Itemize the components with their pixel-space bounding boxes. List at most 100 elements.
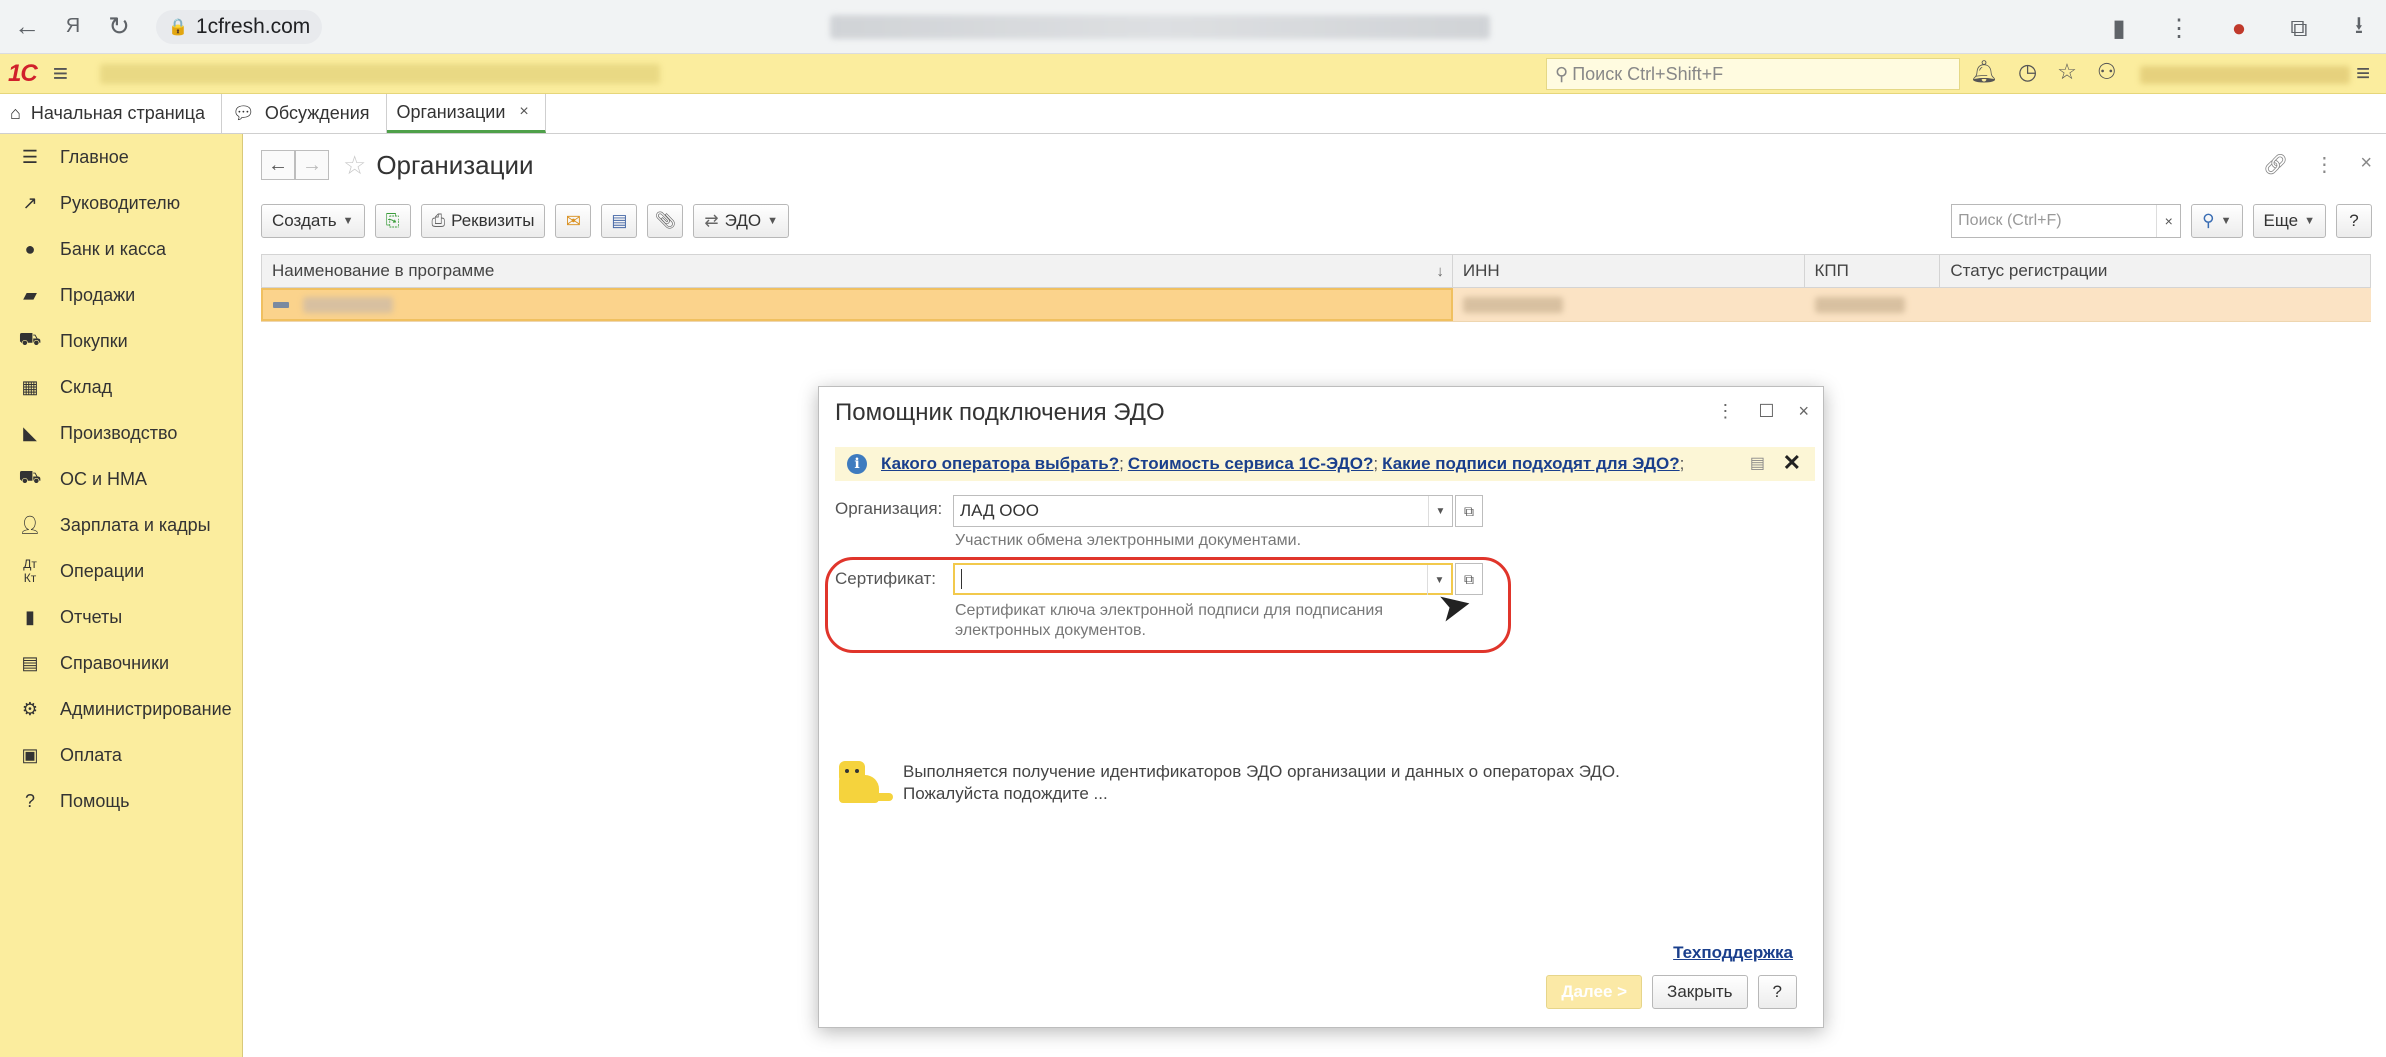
more-vert-icon[interactable]: ⋮ [1716,401,1734,422]
sort-down-icon: ↓ [1436,262,1444,280]
star-icon[interactable]: ☆ [2057,59,2077,85]
close-info-icon[interactable]: ✕ [1783,450,1801,476]
highlight-oval [825,557,1511,653]
tab-organizations[interactable]: Организации × [386,94,546,133]
document-icon[interactable]: ▤ [1750,453,1765,473]
sidebar-item-main[interactable]: ☰ Главное [0,134,242,180]
tab-discussions[interactable]: 💬︎ Обсуждения [222,94,387,133]
create-button[interactable]: Создать ▼ [261,204,365,238]
tab-strip: ⌂ Начальная страница 💬︎ Обсуждения Орган… [0,94,2386,134]
page-title-redacted [830,15,1490,39]
table-row[interactable] [261,288,2371,322]
back-button[interactable]: ← [261,150,295,180]
chevron-down-icon[interactable]: ▼ [1428,496,1452,526]
more-vert-icon[interactable]: ⋮ [2162,14,2196,43]
sidebar-item-references[interactable]: ▤ Справочники [0,640,242,686]
maximize-icon[interactable]: ☐ [1758,401,1774,422]
org-field[interactable]: ЛАД ООО ▼ [953,495,1453,527]
link-icon[interactable]: 🔗︎ [2263,152,2288,177]
cell-status [1941,288,2371,321]
favorite-star-icon[interactable]: ☆ [343,150,366,181]
sidebar-item-bank[interactable]: ● Банк и касса [0,226,242,272]
sidebar-item-help[interactable]: ? Помощь [0,778,242,824]
support-link[interactable]: Техподдержка [1673,943,1793,963]
sidebar-item-payment[interactable]: ▣ Оплата [0,732,242,778]
attach-button[interactable]: 📎︎ [647,204,684,238]
question-icon: ? [24,790,35,811]
extensions-puzzle-icon[interactable]: ⧉ [2282,15,2316,43]
column-kpp[interactable]: КПП [1805,255,1941,287]
sidebar-item-manager[interactable]: ↗ Руководителю [0,180,242,226]
sidebar-item-production[interactable]: ◣ Производство [0,410,242,456]
clear-icon[interactable]: × [2156,205,2180,237]
download-icon[interactable]: ⭳ [2342,8,2376,49]
info-bar: i Какого оператора выбрать?; Стоимость с… [835,447,1815,481]
cat-icon [835,761,893,805]
copy-icon: ⎘ [385,211,400,230]
org-open-button[interactable]: ⧉ [1455,495,1483,527]
sidebar-item-payroll[interactable]: 👤︎ Зарплата и кадры [0,502,242,548]
sidebar-item-operations[interactable]: Дт Кт Операции [0,548,242,594]
link-signatures[interactable]: Какие подписи подходят для ЭДО? [1382,454,1680,474]
search-icon: ⚲ [2202,211,2215,230]
edo-button[interactable]: ⇄ ЭДО ▼ [693,204,789,238]
more-button[interactable]: Еще ▼ [2252,204,2326,238]
yandex-icon[interactable]: Я [54,8,92,46]
dialog-title: Помощник подключения ЭДО [835,399,1165,426]
more-vert-icon[interactable]: ⋮ [2314,152,2334,177]
sidebar-item-purchases[interactable]: ⛟ Покупки [0,318,242,364]
org-hint: Участник обмена электронными документами… [955,532,1302,549]
requisites-button[interactable]: ⎙ Реквизиты [420,204,546,238]
tab-home[interactable]: ⌂ Начальная страница [0,94,223,133]
cell-name [261,288,1453,321]
settings-menu-icon[interactable]: ≡ [2356,60,2370,88]
list-search-input[interactable]: Поиск (Ctrl+F) × [1951,204,2182,238]
app-header: 1С ≡ ⚲ Поиск Ctrl+Shift+F 🔔︎ ◷ ☆ ⚇ ≡ [0,54,2386,94]
history-icon[interactable]: ◷ [2018,59,2037,85]
sidebar-item-sales[interactable]: ▰ Продажи [0,272,242,318]
cell-inn [1453,288,1805,321]
org-label: Организация: [835,499,943,518]
link-which-operator[interactable]: Какого оператора выбрать? [881,454,1119,474]
column-inn[interactable]: ИНН [1453,255,1805,287]
next-button[interactable]: Далее > [1546,975,1643,1009]
back-arrow-icon[interactable]: ← [8,8,46,46]
user-name-redacted [2140,66,2350,84]
warehouse-icon: ▦ [21,376,39,397]
extension-icon[interactable]: ● [2222,15,2256,43]
lock-icon: 🔒 [168,18,188,36]
address-bar[interactable]: 🔒 1cfresh.com [156,9,323,44]
users-icon[interactable]: ⚇ [2097,59,2117,85]
sidebar-item-warehouse[interactable]: ▦ Склад [0,364,242,410]
list-icon: ☰ [21,146,39,167]
paperclip-icon: 📎︎ [654,211,677,230]
sidebar: ☰ Главное ↗ Руководителю ● Банк и касса ▰ Пр… [0,134,243,1057]
bell-icon[interactable]: 🔔︎ [1970,59,1998,85]
search-button[interactable]: ⚲ ▼ [2191,204,2243,238]
sidebar-item-reports[interactable]: ▮ Отчеты [0,594,242,640]
close-icon[interactable]: × [1798,401,1809,422]
bookmark-icon[interactable]: ▮ [2102,14,2136,43]
global-search-input[interactable]: ⚲ Поиск Ctrl+Shift+F [1546,58,1960,90]
close-icon[interactable]: × [2360,152,2372,177]
search-icon: ⚲ [1555,63,1569,84]
forward-button[interactable]: → [295,150,329,180]
mail-button[interactable]: ✉ [555,204,592,238]
menu-icon[interactable]: ≡ [53,58,68,89]
close-tab-icon[interactable]: × [519,103,528,121]
sidebar-item-assets[interactable]: ⛟ ОС и НМА [0,456,242,502]
help-button[interactable]: ? [2336,204,2372,238]
copy-button[interactable]: ⎘ [374,204,411,238]
report-button[interactable]: ▤ [601,204,638,238]
help-button[interactable]: ? [1757,975,1797,1009]
link-service-cost[interactable]: Стоимость сервиса 1С-ЭДО? [1128,454,1374,474]
sidebar-item-admin[interactable]: ⚙ Администрирование [0,686,242,732]
organizations-table: Наименование в программе ↓ ИНН КПП Статус… [261,254,2371,322]
edo-connection-dialog: Помощник подключения ЭДО ⋮ ☐ × i Какого … [818,386,1824,1028]
home-icon: ⌂ [10,103,21,123]
reload-icon[interactable]: ↻ [100,8,138,46]
column-status[interactable]: Статус регистрации [1940,255,2370,287]
column-name[interactable]: Наименование в программе ↓ [262,255,1453,287]
row-marker-icon [273,301,289,308]
close-button[interactable]: Закрыть [1652,975,1748,1009]
